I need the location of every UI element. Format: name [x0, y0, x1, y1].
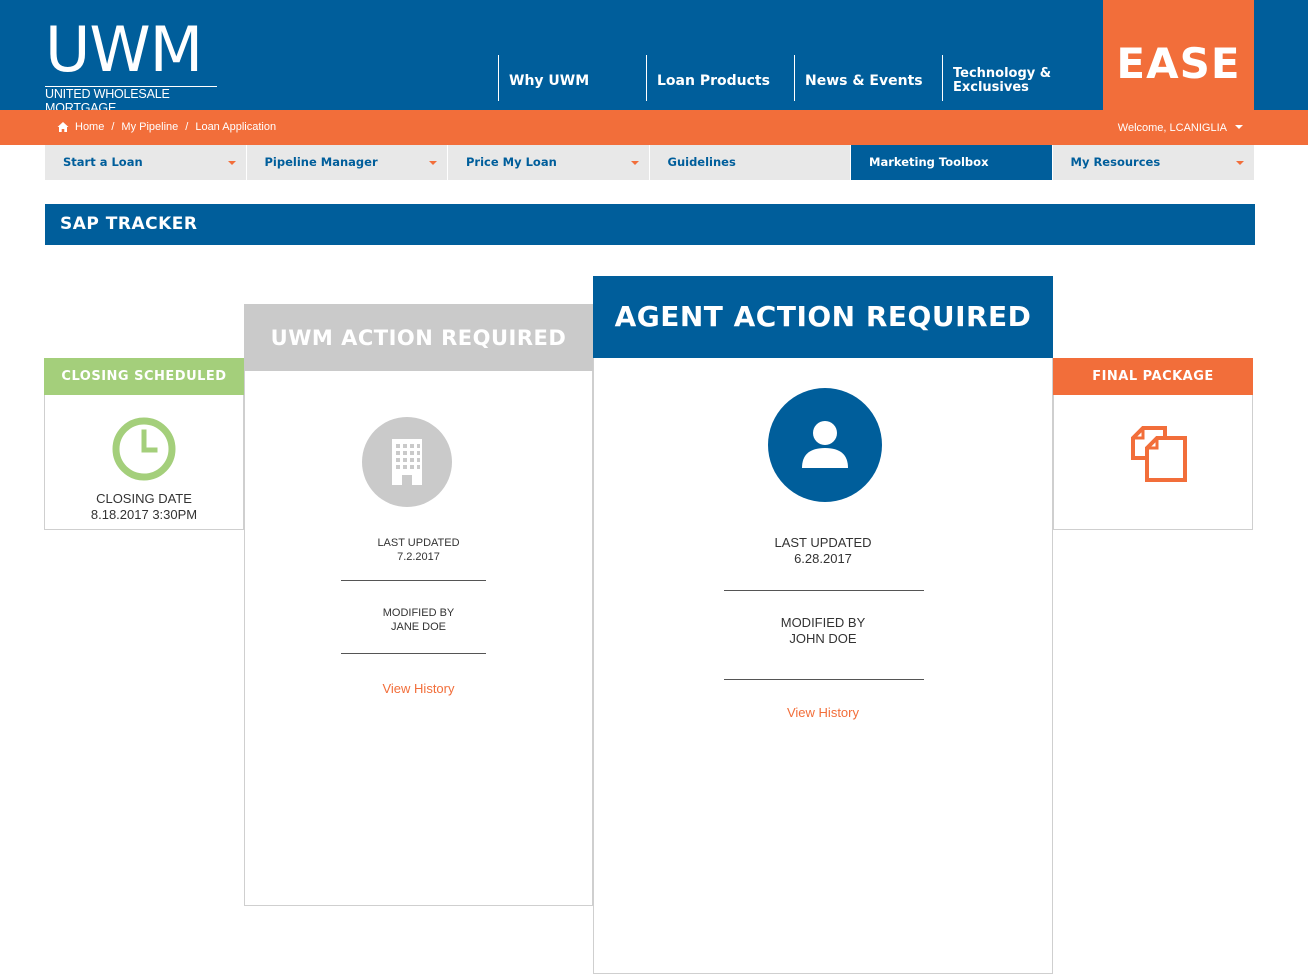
sub-nav: Start a Loan Pipeline Manager Price My L…: [45, 145, 1254, 180]
breadcrumb-loan-application[interactable]: Loan Application: [195, 121, 276, 133]
modified-by-value: JOHN DOE: [789, 631, 857, 646]
sub-nav-start-a-loan[interactable]: Start a Loan: [45, 145, 247, 180]
logo-mark: UWM: [45, 13, 203, 86]
final-package-card: FINAL PACKAGE: [1053, 358, 1253, 530]
divider: [341, 580, 486, 581]
card-title: UWM ACTION REQUIRED: [244, 304, 593, 371]
divider: [724, 679, 924, 680]
user-menu[interactable]: Welcome, LCANIGLIA: [1118, 122, 1243, 134]
chevron-down-icon: [1235, 125, 1243, 129]
uwm-action-card: UWM ACTION REQUIRED LAST UPDATED 7.2.201…: [244, 304, 593, 906]
chevron-down-icon: [1236, 161, 1244, 165]
closing-date-label: CLOSING DATE: [96, 491, 192, 506]
main-nav-loan-products[interactable]: Loan Products: [646, 55, 794, 101]
main-nav-technology-label: Technology & Exclusives: [953, 66, 1052, 95]
breadcrumb-bar: Home / My Pipeline / Loan Application We…: [0, 110, 1308, 145]
last-updated-value: 6.28.2017: [794, 551, 852, 566]
main-nav-why-uwm[interactable]: Why UWM: [498, 55, 646, 101]
agent-history-wrap: View History: [594, 705, 1052, 721]
sub-nav-label: Guidelines: [667, 155, 736, 169]
main-nav-news-events[interactable]: News & Events: [794, 55, 942, 101]
welcome-text: Welcome, LCANIGLIA: [1117, 122, 1227, 134]
sub-nav-label: Start a Loan: [63, 155, 143, 169]
main-nav-technology-exclusives[interactable]: Technology & Exclusives: [942, 55, 1090, 101]
modified-by-value: JANE DOE: [390, 621, 446, 633]
last-updated-label: LAST UPDATED: [377, 537, 460, 549]
breadcrumb-my-pipeline[interactable]: My Pipeline: [121, 121, 178, 133]
closing-date-value: 8.18.2017 3:30PM: [90, 507, 198, 522]
sub-nav-label: My Resources: [1070, 155, 1161, 169]
breadcrumb-separator: /: [111, 121, 115, 133]
main-nav: Why UWM Loan Products News & Events Tech…: [498, 55, 1090, 101]
site-header: UWM UNITED WHOLESALE MORTGAGE Why UWM Lo…: [0, 0, 1308, 115]
chevron-down-icon: [429, 161, 437, 165]
divider: [341, 653, 486, 654]
ease-logo[interactable]: EASE: [1103, 0, 1254, 110]
modified-by-label: MODIFIED BY: [382, 607, 455, 619]
breadcrumb-separator: /: [185, 121, 189, 133]
chevron-down-icon: [630, 161, 639, 165]
view-history-link[interactable]: View History: [787, 705, 859, 720]
agent-action-card: AGENT ACTION REQUIRED LAST UPDATED 6.28.…: [593, 276, 1053, 974]
card-title: AGENT ACTION REQUIRED: [593, 276, 1053, 358]
card-title: FINAL PACKAGE: [1053, 358, 1253, 395]
card-title: CLOSING SCHEDULED: [44, 358, 244, 395]
divider: [724, 590, 924, 591]
uwm-history-wrap: View History: [245, 681, 592, 697]
sub-nav-label: Pipeline Manager: [264, 155, 378, 169]
uwm-modified-block: MODIFIED BY JANE DOE: [245, 606, 592, 634]
last-updated-label: LAST UPDATED: [774, 535, 872, 550]
sub-nav-guidelines[interactable]: Guidelines: [649, 145, 851, 180]
view-history-link[interactable]: View History: [382, 681, 454, 696]
agent-modified-block: MODIFIED BY JOHN DOE: [594, 615, 1052, 647]
breadcrumb: Home / My Pipeline / Loan Application: [57, 121, 276, 133]
sub-nav-label: Price My Loan: [466, 155, 557, 169]
sub-nav-price-my-loan[interactable]: Price My Loan: [448, 145, 650, 180]
agent-updated-block: LAST UPDATED 6.28.2017: [594, 535, 1052, 567]
uwm-logo[interactable]: UWM UNITED WHOLESALE MORTGAGE: [45, 18, 217, 115]
page-title: SAP TRACKER: [45, 204, 1255, 245]
home-icon[interactable]: [57, 121, 69, 133]
clock-icon: [112, 417, 176, 481]
uwm-updated-block: LAST UPDATED 7.2.2017: [245, 536, 592, 564]
sub-nav-pipeline-manager[interactable]: Pipeline Manager: [246, 145, 448, 180]
building-icon: [362, 417, 452, 507]
modified-by-label: MODIFIED BY: [780, 615, 866, 630]
sub-nav-label: Marketing Toolbox: [869, 155, 989, 169]
chevron-down-icon: [227, 161, 236, 165]
user-icon: [768, 388, 882, 502]
breadcrumb-home[interactable]: Home: [75, 121, 104, 133]
documents-icon: [1131, 426, 1187, 482]
sub-nav-my-resources[interactable]: My Resources: [1052, 145, 1254, 180]
sub-nav-marketing-toolbox[interactable]: Marketing Toolbox: [851, 145, 1053, 180]
closing-scheduled-card: CLOSING SCHEDULED CLOSING DATE 8.18.2017…: [44, 358, 244, 530]
closing-info: CLOSING DATE 8.18.2017 3:30PM: [45, 491, 243, 523]
last-updated-value: 7.2.2017: [397, 551, 440, 563]
